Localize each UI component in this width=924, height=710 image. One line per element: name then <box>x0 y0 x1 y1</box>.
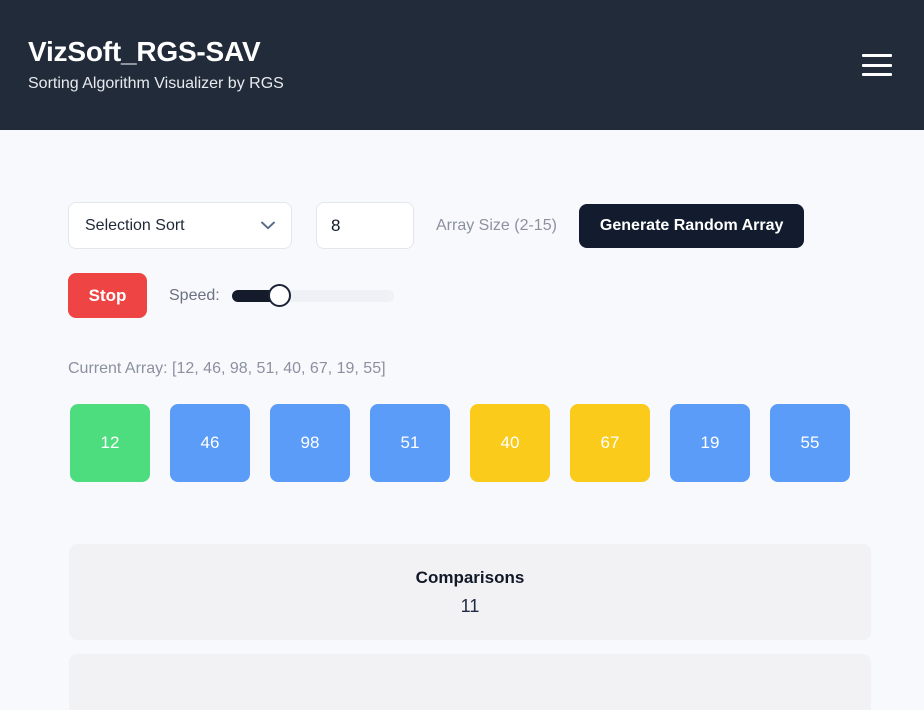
comparisons-title: Comparisons <box>415 567 525 587</box>
main-content: Selection Sort Array Size (2-15) Generat… <box>0 130 924 710</box>
array-bar: 19 <box>670 404 750 482</box>
algorithm-select[interactable]: Selection Sort <box>68 202 292 249</box>
speed-label: Speed: <box>169 286 220 304</box>
array-bar: 12 <box>70 404 150 482</box>
hamburger-menu-icon[interactable] <box>862 50 896 80</box>
array-bar-value: 46 <box>200 433 220 452</box>
speed-slider[interactable] <box>231 284 394 307</box>
menu-bar-2 <box>862 63 892 67</box>
app-header: VizSoft_RGS-SAV Sorting Algorithm Visual… <box>0 0 924 130</box>
secondary-stat-card <box>69 654 871 710</box>
chevron-down-icon <box>261 221 275 230</box>
array-bars: 12 46 98 51 40 67 19 55 <box>70 404 896 482</box>
array-bar-value: 40 <box>500 433 520 452</box>
app-title: VizSoft_RGS-SAV <box>28 36 261 68</box>
current-array-label: Current Array: [12, 46, 98, 51, 40, 67, … <box>68 360 386 377</box>
controls-row: Selection Sort Array Size (2-15) Generat… <box>28 130 896 249</box>
array-bar: 55 <box>770 404 850 482</box>
array-size-label: Array Size (2-15) <box>436 216 557 234</box>
menu-bar-3 <box>862 73 892 76</box>
array-bar-value: 51 <box>400 433 420 452</box>
playback-row: Stop Speed: <box>68 273 896 318</box>
slider-thumb[interactable] <box>267 284 291 307</box>
comparisons-value: 11 <box>460 595 480 616</box>
array-bar: 46 <box>170 404 250 482</box>
array-bar-value: 55 <box>800 433 820 452</box>
array-bar-value: 12 <box>100 433 120 452</box>
algorithm-select-value: Selection Sort <box>85 216 185 234</box>
generate-random-array-button[interactable]: Generate Random Array <box>578 203 805 248</box>
menu-bar-1 <box>862 54 892 57</box>
array-bar: 67 <box>570 404 650 482</box>
array-bar-value: 98 <box>300 433 320 452</box>
array-bar-value: 67 <box>600 433 620 452</box>
brand-block: VizSoft_RGS-SAV Sorting Algorithm Visual… <box>28 36 284 93</box>
array-bar-value: 19 <box>700 433 720 452</box>
app-subtitle: Sorting Algorithm Visualizer by RGS <box>28 75 284 93</box>
stop-button[interactable]: Stop <box>68 273 147 318</box>
array-bar: 51 <box>370 404 450 482</box>
array-size-input[interactable] <box>316 202 414 249</box>
comparisons-card: Comparisons 11 <box>69 544 871 640</box>
array-bar: 98 <box>270 404 350 482</box>
array-bar: 40 <box>470 404 550 482</box>
